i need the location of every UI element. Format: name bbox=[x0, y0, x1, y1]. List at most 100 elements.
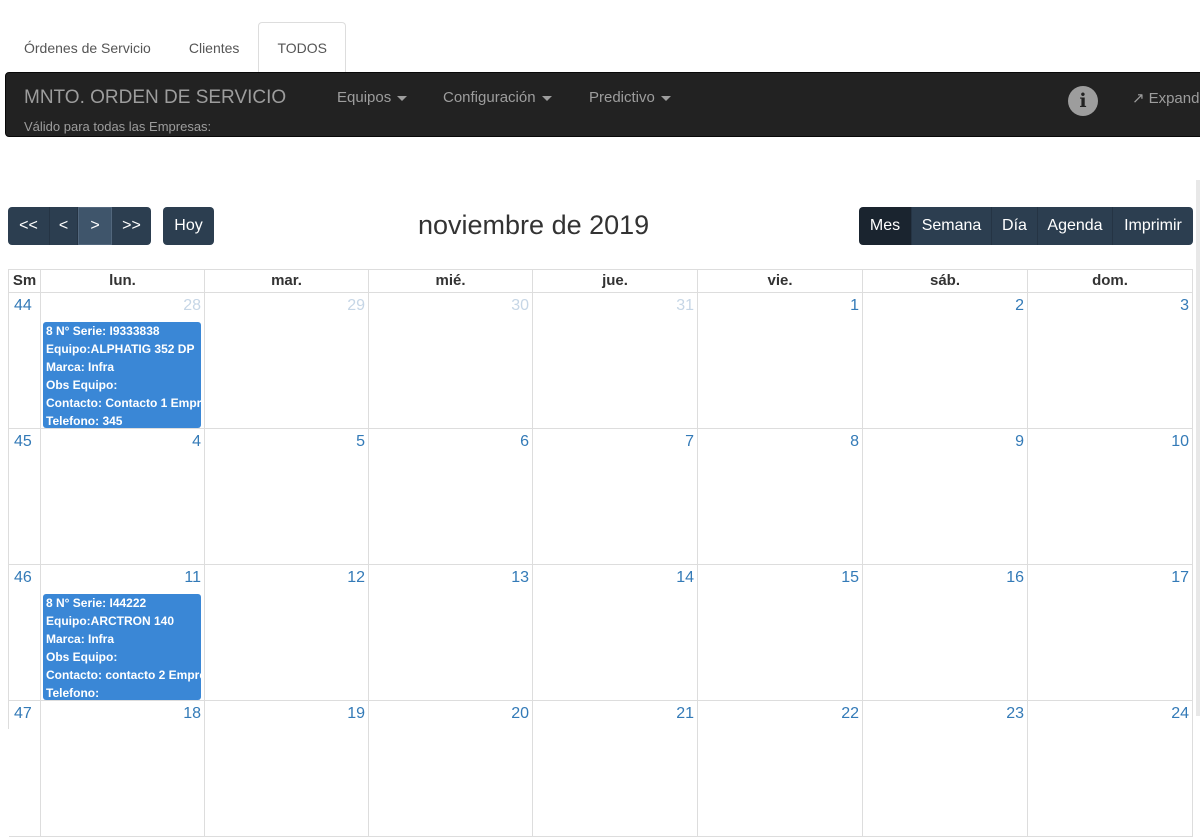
caret-down-icon bbox=[541, 95, 552, 101]
event-line: Telefono: bbox=[46, 686, 100, 700]
day-cell[interactable]: 20 bbox=[369, 701, 533, 837]
menu-predictivo-label: Predictivo bbox=[589, 89, 655, 106]
day-cell[interactable]: 22 bbox=[698, 701, 863, 837]
week-number-cell: 44 bbox=[9, 293, 41, 429]
day-number[interactable]: 24 bbox=[1171, 705, 1189, 723]
day-number[interactable]: 21 bbox=[676, 705, 694, 723]
day-number[interactable]: 17 bbox=[1171, 569, 1189, 587]
day-number[interactable]: 16 bbox=[1006, 569, 1024, 587]
day-number[interactable]: 11 bbox=[184, 569, 201, 587]
week-number[interactable]: 47 bbox=[14, 705, 32, 723]
day-number[interactable]: 23 bbox=[1006, 705, 1024, 723]
event-line: Obs Equipo: bbox=[46, 650, 118, 664]
day-cell[interactable]: 23 bbox=[863, 701, 1028, 837]
calendar-month-grid: Sm lun. mar. mié. jue. vie. sáb. dom. 44 28 29 30 31… bbox=[8, 269, 1193, 837]
day-cell[interactable]: 6 bbox=[369, 429, 533, 565]
print-button[interactable]: Imprimir bbox=[1113, 207, 1193, 245]
day-cell[interactable]: 4 bbox=[41, 429, 205, 565]
week-number[interactable]: 45 bbox=[14, 433, 32, 451]
menu-equipos-label: Equipos bbox=[337, 89, 392, 106]
day-cell[interactable]: 13 bbox=[369, 565, 533, 701]
view-day-button[interactable]: Día bbox=[992, 207, 1038, 245]
day-number[interactable]: 4 bbox=[192, 433, 201, 451]
prev-button[interactable]: < bbox=[50, 207, 78, 245]
day-number[interactable]: 8 bbox=[850, 433, 859, 451]
calendar-event[interactable]: 8 N° Serie: I9333838 Equipo:ALPHATIG 352 … bbox=[43, 322, 201, 428]
day-cell[interactable]: 1 bbox=[698, 293, 863, 429]
week-number[interactable]: 46 bbox=[14, 569, 32, 587]
expand-link[interactable]: ↗ Expand bbox=[1132, 89, 1199, 107]
day-number[interactable]: 5 bbox=[356, 433, 365, 451]
navbar: MNTO. ORDEN DE SERVICIO Válido para toda… bbox=[5, 72, 1200, 137]
day-cell[interactable]: 30 bbox=[369, 293, 533, 429]
day-cell[interactable]: 10 bbox=[1028, 429, 1193, 565]
menu-equipos[interactable]: Equipos bbox=[337, 89, 408, 106]
info-circle-icon[interactable]: i bbox=[1068, 86, 1098, 116]
day-number[interactable]: 22 bbox=[841, 705, 859, 723]
day-cell[interactable]: 29 bbox=[205, 293, 369, 429]
day-cell[interactable]: 9 bbox=[863, 429, 1028, 565]
week-number[interactable]: 44 bbox=[14, 297, 32, 315]
event-line: Equipo:ALPHATIG 352 DP bbox=[46, 342, 195, 356]
navbar-brand[interactable]: MNTO. ORDEN DE SERVICIO bbox=[24, 87, 286, 109]
day-cell[interactable]: 19 bbox=[205, 701, 369, 837]
day-number[interactable]: 29 bbox=[347, 297, 365, 315]
event-line: 8 N° Serie: I44222 bbox=[46, 596, 147, 610]
thursday-header: jue. bbox=[533, 270, 698, 293]
day-number[interactable]: 28 bbox=[183, 297, 201, 315]
day-cell[interactable]: 17 bbox=[1028, 565, 1193, 701]
menu-configuracion[interactable]: Configuración bbox=[443, 89, 552, 106]
day-cell[interactable]: 7 bbox=[533, 429, 698, 565]
day-number[interactable]: 14 bbox=[676, 569, 694, 587]
next-year-button[interactable]: >> bbox=[112, 207, 151, 245]
view-button-group: Mes Semana Día Agenda Imprimir bbox=[859, 207, 1193, 245]
menu-predictivo[interactable]: Predictivo bbox=[589, 89, 671, 106]
day-cell[interactable]: 16 bbox=[863, 565, 1028, 701]
day-cell[interactable]: 21 bbox=[533, 701, 698, 837]
day-cell[interactable]: 8 bbox=[698, 429, 863, 565]
day-cell[interactable]: 5 bbox=[205, 429, 369, 565]
day-number[interactable]: 20 bbox=[511, 705, 529, 723]
day-number[interactable]: 3 bbox=[1180, 297, 1189, 315]
day-number[interactable]: 30 bbox=[511, 297, 529, 315]
day-cell[interactable]: 24 bbox=[1028, 701, 1193, 837]
event-line: Equipo:ARCTRON 140 bbox=[46, 614, 175, 628]
vertical-scrollbar[interactable] bbox=[1196, 180, 1200, 716]
external-link-icon: ↗ bbox=[1132, 90, 1145, 107]
day-cell[interactable]: 12 bbox=[205, 565, 369, 701]
day-number[interactable]: 1 bbox=[850, 297, 859, 315]
day-number[interactable]: 7 bbox=[685, 433, 694, 451]
day-cell[interactable]: 14 bbox=[533, 565, 698, 701]
tab-clientes[interactable]: Clientes bbox=[170, 22, 259, 72]
day-number[interactable]: 12 bbox=[347, 569, 365, 587]
day-number[interactable]: 15 bbox=[841, 569, 859, 587]
today-group: Hoy bbox=[163, 207, 214, 245]
day-number[interactable]: 19 bbox=[347, 705, 365, 723]
day-number[interactable]: 9 bbox=[1015, 433, 1024, 451]
day-number[interactable]: 18 bbox=[183, 705, 201, 723]
prev-year-button[interactable]: << bbox=[8, 207, 50, 245]
day-number[interactable]: 6 bbox=[520, 433, 529, 451]
day-number[interactable]: 2 bbox=[1015, 297, 1024, 315]
view-week-button[interactable]: Semana bbox=[912, 207, 992, 245]
navbar-subtitle: Válido para todas las Empresas: bbox=[24, 119, 212, 134]
day-cell[interactable]: 18 bbox=[41, 701, 205, 837]
day-cell[interactable]: 15 bbox=[698, 565, 863, 701]
caret-down-icon bbox=[660, 95, 671, 101]
day-cell[interactable]: 3 bbox=[1028, 293, 1193, 429]
day-number[interactable]: 13 bbox=[511, 569, 529, 587]
day-number[interactable]: 10 bbox=[1171, 433, 1189, 451]
tab-ordenes-de-servicio[interactable]: Órdenes de Servicio bbox=[5, 22, 170, 72]
tuesday-header: mar. bbox=[205, 270, 369, 293]
calendar-event[interactable]: 8 N° Serie: I44222 Equipo:ARCTRON 140 Marc… bbox=[43, 594, 201, 700]
wednesday-header: mié. bbox=[369, 270, 533, 293]
menu-configuracion-label: Configuración bbox=[443, 89, 536, 106]
view-month-button[interactable]: Mes bbox=[859, 207, 912, 245]
next-button[interactable]: > bbox=[78, 207, 112, 245]
day-cell[interactable]: 31 bbox=[533, 293, 698, 429]
today-button[interactable]: Hoy bbox=[163, 207, 214, 245]
view-agenda-button[interactable]: Agenda bbox=[1038, 207, 1113, 245]
day-number[interactable]: 31 bbox=[676, 297, 694, 315]
day-cell[interactable]: 2 bbox=[863, 293, 1028, 429]
tab-todos[interactable]: TODOS bbox=[258, 22, 346, 72]
